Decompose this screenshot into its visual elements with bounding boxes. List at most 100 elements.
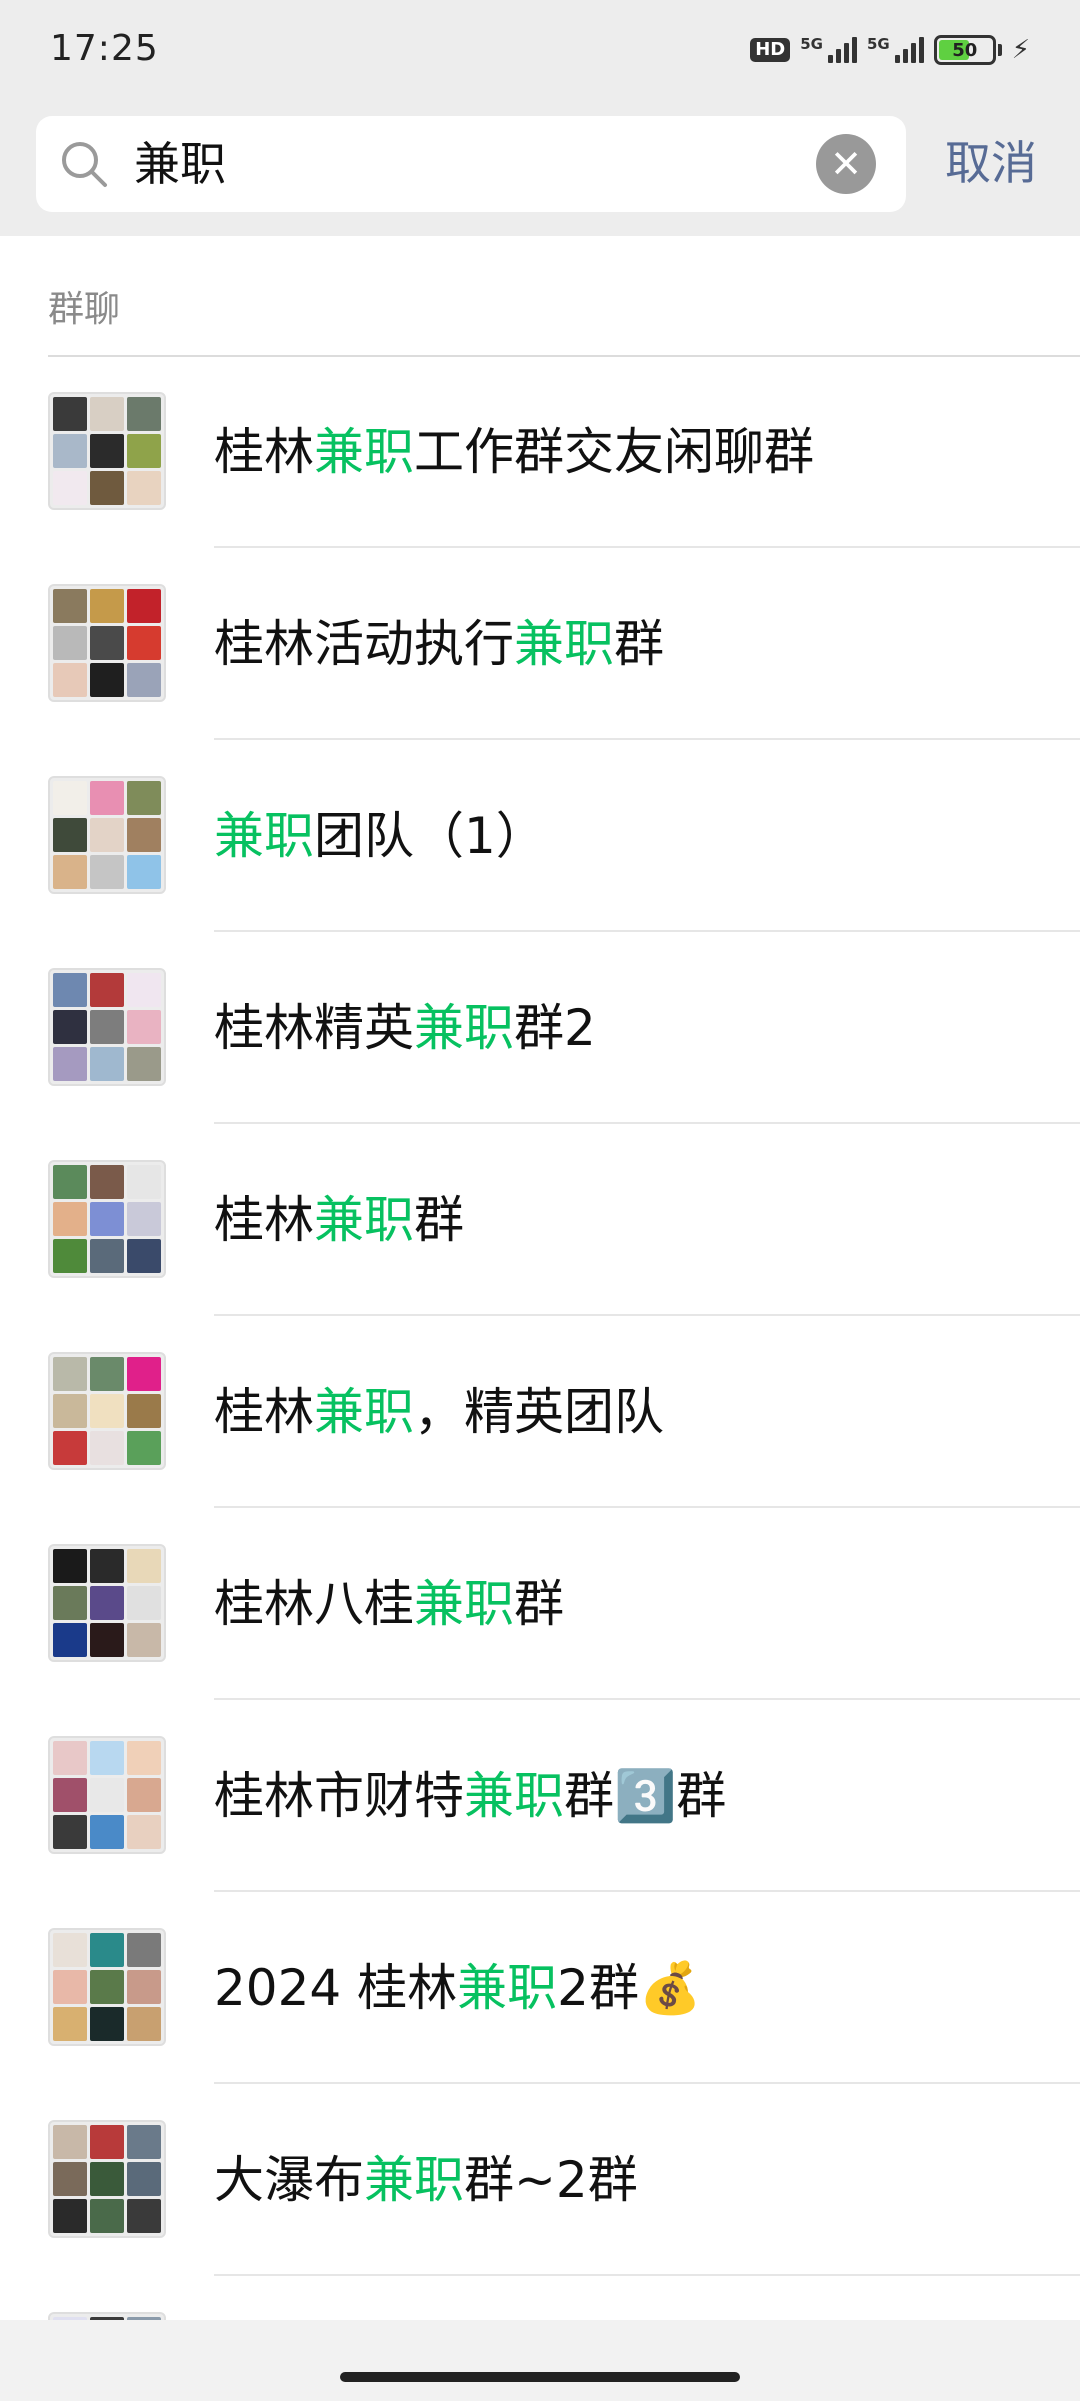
avatar-tile xyxy=(53,471,87,505)
battery-cap xyxy=(997,44,1002,56)
clear-icon[interactable]: ✕ xyxy=(816,134,876,194)
avatar-tile xyxy=(90,1010,124,1044)
group-name-part: 团队（1） xyxy=(314,807,546,865)
status-time: 17:25 xyxy=(50,28,159,69)
group-avatar xyxy=(48,1736,166,1854)
avatar-tile xyxy=(90,1549,124,1583)
avatar-tile xyxy=(90,663,124,697)
group-name-part: 群 xyxy=(414,1191,464,1249)
group-chat-result-row[interactable]: 桂林活动执行兼职群 xyxy=(0,548,1080,740)
group-name-part: 群2 xyxy=(514,999,596,1057)
group-chat-result-row[interactable]: 桂林精英兼职群2 xyxy=(0,932,1080,1124)
group-name-part: ，精英团队 xyxy=(414,1383,664,1441)
avatar-tile xyxy=(53,397,87,431)
group-chat-result-row[interactable]: 2024 桂林兼职2群💰 xyxy=(0,1892,1080,2084)
avatar-tile xyxy=(53,2162,87,2196)
avatar-tile xyxy=(90,973,124,1007)
group-name-part: 群~2群 xyxy=(464,2151,638,2209)
group-name: 桂林兼职群 xyxy=(214,1190,464,1250)
avatar-tile xyxy=(127,855,161,889)
avatar-tile xyxy=(90,1741,124,1775)
avatar-tile xyxy=(90,1047,124,1081)
group-chat-result-row[interactable]: 桂林市财特兼职群3️⃣群 xyxy=(0,1700,1080,1892)
avatar-tile xyxy=(127,1586,161,1620)
group-chat-result-row[interactable]: 桂林八桂兼职群 xyxy=(0,1508,1080,1700)
keyword-highlight: 兼职 xyxy=(314,423,414,481)
group-name: 大瀑布兼职群~2群 xyxy=(214,2150,638,2210)
avatar-tile xyxy=(53,1970,87,2004)
avatar-tile xyxy=(53,663,87,697)
battery-icon: 50 xyxy=(933,35,996,65)
group-name: 2024 桂林兼职2群💰 xyxy=(214,1958,701,2018)
group-chat-result-row[interactable]: 桂林兼职工作群交友闲聊群 xyxy=(0,356,1080,548)
group-name: 兼职团队（1） xyxy=(214,806,546,866)
avatar-tile xyxy=(127,471,161,505)
group-chat-result-row[interactable]: 大瀑布兼职群~2群 xyxy=(0,2084,1080,2276)
search-icon xyxy=(62,142,107,187)
avatar-tile xyxy=(90,781,124,815)
group-name-part: 群3️⃣群 xyxy=(564,1767,727,1825)
avatar-tile xyxy=(53,2199,87,2233)
avatar-tile xyxy=(127,1394,161,1428)
group-name-part: 桂林 xyxy=(214,423,314,481)
avatar-tile xyxy=(90,1933,124,1967)
status-bar: 17:25 HD 5G 5G 50 ⚡ xyxy=(0,0,1080,100)
group-name: 桂林市财特兼职群3️⃣群 xyxy=(214,1766,726,1826)
home-indicator[interactable] xyxy=(340,2372,740,2382)
group-name-part: 桂林活动执行 xyxy=(214,615,514,673)
keyword-highlight: 兼职 xyxy=(364,2151,464,2209)
avatar-tile xyxy=(127,589,161,623)
avatar-tile xyxy=(127,1202,161,1236)
avatar-tile xyxy=(90,626,124,660)
group-avatar xyxy=(48,2120,166,2238)
avatar-tile xyxy=(90,2125,124,2159)
avatar-tile xyxy=(127,781,161,815)
group-avatar xyxy=(48,1544,166,1662)
group-name-part: 桂林八桂 xyxy=(214,1575,414,1633)
avatar-tile xyxy=(127,1623,161,1657)
avatar-tile xyxy=(53,855,87,889)
avatar-tile xyxy=(90,1778,124,1812)
avatar-tile xyxy=(53,1623,87,1657)
avatar-tile xyxy=(53,1778,87,1812)
avatar-tile xyxy=(53,818,87,852)
cancel-button[interactable]: 取消 xyxy=(945,128,1037,198)
group-name: 桂林八桂兼职群 xyxy=(214,1574,564,1634)
avatar-tile xyxy=(53,1815,87,1849)
avatar-tile xyxy=(53,781,87,815)
group-avatar xyxy=(48,1352,166,1470)
avatar-tile xyxy=(53,1741,87,1775)
group-name-part: 桂林 xyxy=(214,1191,314,1249)
network-type-label: 5G xyxy=(800,35,823,53)
avatar-tile xyxy=(53,1165,87,1199)
section-title: 群聊 xyxy=(48,289,121,330)
group-avatar xyxy=(48,968,166,1086)
avatar-tile xyxy=(127,2007,161,2041)
avatar-tile xyxy=(90,1357,124,1391)
avatar-tile xyxy=(90,1431,124,1465)
group-name-part: 群 xyxy=(514,1575,564,1633)
group-chat-result-row[interactable]: 桂林兼职，精英团队 xyxy=(0,1316,1080,1508)
group-avatar xyxy=(48,584,166,702)
avatar-tile xyxy=(90,1815,124,1849)
avatar-tile xyxy=(127,1970,161,2004)
avatar-tile xyxy=(53,626,87,660)
group-chat-result-row[interactable]: 桂林兼职群 xyxy=(0,1124,1080,1316)
search-query[interactable]: 兼职 xyxy=(134,134,226,194)
avatar-tile xyxy=(127,434,161,468)
search-header: 17:25 HD 5G 5G 50 ⚡ 兼职 ✕ 取消 xyxy=(0,0,1080,236)
group-chat-result-row[interactable]: 兼职团队（1） xyxy=(0,740,1080,932)
search-input[interactable]: 兼职 ✕ xyxy=(36,116,906,212)
avatar-tile xyxy=(127,1239,161,1273)
cellular-signal-icon: 5G xyxy=(800,37,857,63)
avatar-tile xyxy=(90,2007,124,2041)
avatar-tile xyxy=(127,1047,161,1081)
avatar-tile xyxy=(53,1239,87,1273)
status-icons: HD 5G 5G 50 ⚡ xyxy=(750,30,1030,70)
group-name: 桂林兼职工作群交友闲聊群 xyxy=(214,422,814,482)
cellular-signal-icon-2: 5G xyxy=(867,37,924,63)
avatar-tile xyxy=(53,1549,87,1583)
keyword-highlight: 兼职 xyxy=(414,999,514,1057)
hd-icon: HD xyxy=(750,38,791,62)
battery-level: 50 xyxy=(952,39,978,61)
